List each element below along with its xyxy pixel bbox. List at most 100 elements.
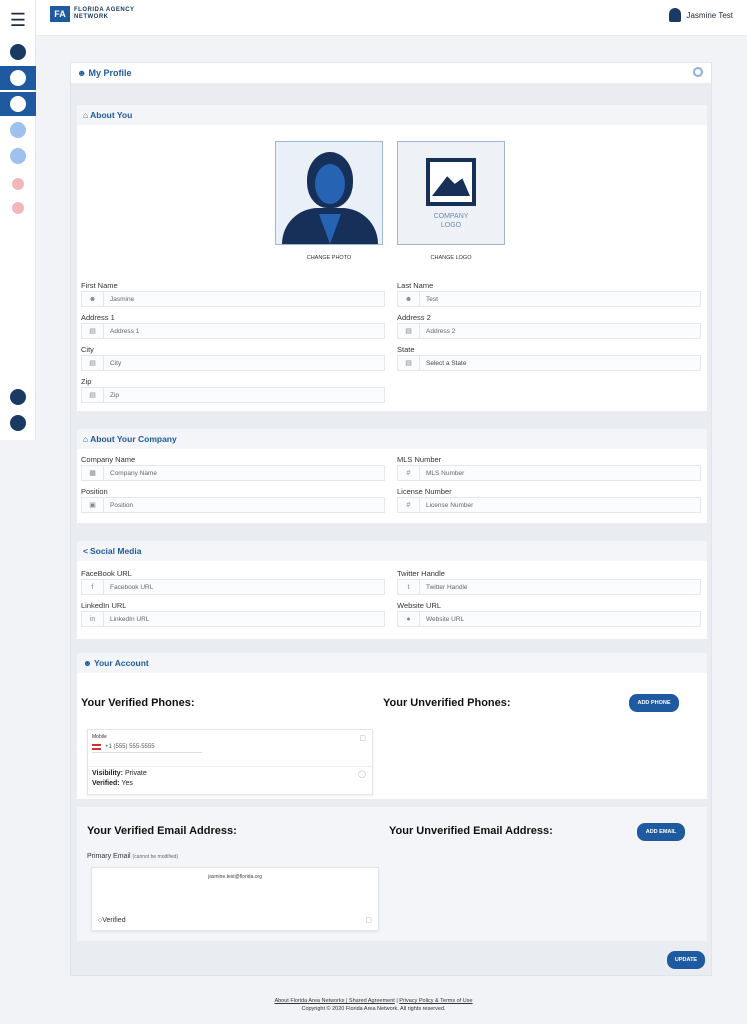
menu-icon[interactable]: ☰ (0, 8, 36, 32)
gear-icon[interactable] (693, 67, 703, 77)
mls-number-input[interactable]: # MLS Number (397, 465, 701, 481)
home-icon: ⌂ (83, 110, 89, 120)
facebook-label: FaceBook URL (81, 569, 132, 578)
privacy-link[interactable]: Privacy Policy & Terms of Use (399, 998, 472, 1004)
person-icon: ☻ (82, 292, 104, 306)
twitter-icon: t (398, 580, 420, 594)
company-name-label: Company Name (81, 455, 136, 464)
logout-icon[interactable] (0, 196, 36, 220)
profile-panel: ☻ My Profile ⌂ About You CHANGE PHOTO CO… (70, 62, 712, 976)
person-face (315, 164, 345, 204)
position-label: Position (81, 487, 108, 496)
section-title: About You (90, 110, 133, 120)
address-icon: ▤ (82, 324, 104, 338)
section-title: About Your Company (90, 434, 177, 444)
zip-label: Zip (81, 377, 92, 386)
email-card: jasmine.test@florida.org ○Verified ▢ (91, 867, 379, 931)
verified-row: Verified: Yes (92, 780, 133, 787)
phone-number-field[interactable]: +1 (555) 555-5555 (92, 742, 202, 753)
section-header: ⌂ About You (77, 105, 707, 125)
update-button[interactable]: UPDATE (667, 951, 705, 969)
copyright: Copyright © 2020 Florida Area Network. A… (301, 1006, 446, 1012)
profile-icon[interactable] (0, 66, 36, 90)
home-icon: ⌂ (83, 434, 89, 444)
last-name-input[interactable]: ☻ Test (397, 291, 701, 307)
globe-icon: ● (398, 612, 420, 626)
building-icon: ▦ (82, 466, 104, 480)
address-icon: ▤ (398, 324, 420, 338)
first-name-input[interactable]: ☻ Jasmine (81, 291, 385, 307)
panel-header: ☻ My Profile (71, 63, 711, 83)
facebook-input[interactable]: f Facebook URL (81, 579, 385, 595)
page-title: My Profile (88, 68, 132, 78)
website-label: Website URL (397, 601, 442, 610)
info-icon[interactable] (0, 385, 36, 409)
about-company-section: ⌂ About Your Company Company Name ▦ Compa… (77, 429, 707, 523)
website-input[interactable]: ● Website URL (397, 611, 701, 627)
linkedin-label: LinkedIn URL (81, 601, 127, 610)
change-photo-button[interactable]: CHANGE PHOTO (275, 255, 383, 261)
company-logo[interactable]: COMPANY LOGO (397, 141, 505, 245)
position-input[interactable]: ▣ Position (81, 497, 385, 513)
facebook-icon: f (82, 580, 104, 594)
section-header: ⌂ About Your Company (77, 429, 707, 449)
state-label: State (397, 345, 415, 354)
logo-placeholder-text: COMPANY LOGO (433, 213, 469, 229)
address1-input[interactable]: ▤ Address 1 (81, 323, 385, 339)
profile-photo[interactable] (275, 141, 383, 245)
email-verified-status: ○Verified (98, 917, 126, 924)
settings-icon[interactable] (0, 411, 36, 435)
address-icon: ▤ (82, 356, 104, 370)
briefcase-icon: ▣ (82, 498, 104, 512)
address2-input[interactable]: ▤ Address 2 (397, 323, 701, 339)
verified-phones-title: Your Verified Phones: (81, 697, 195, 709)
change-logo-button[interactable]: CHANGE LOGO (397, 255, 505, 261)
first-name-label: First Name (81, 281, 118, 290)
license-number-input[interactable]: # License Number (397, 497, 701, 513)
logo[interactable]: FA FLORIDA AGENCY NETWORK (50, 6, 135, 22)
city-input[interactable]: ▤ City (81, 355, 385, 371)
user-name: Jasmine Test (686, 10, 733, 20)
state-select[interactable]: ▤ Select a State (397, 355, 701, 371)
tools-icon[interactable] (0, 172, 36, 196)
visibility-toggle-icon[interactable]: ◯ (358, 770, 366, 778)
user-icon[interactable] (0, 92, 36, 116)
license-number-label: License Number (397, 487, 452, 496)
section-title: Your Account (93, 658, 149, 668)
phone-number: +1 (555) 555-5555 (105, 744, 155, 750)
twitter-input[interactable]: t Twitter Handle (397, 579, 701, 595)
email-section: Your Verified Email Address: Your Unveri… (77, 807, 707, 941)
dashboard-icon[interactable] (0, 40, 36, 64)
delete-icon[interactable]: ▢ (359, 734, 366, 742)
address-icon: ▤ (82, 388, 104, 402)
last-name-label: Last Name (397, 281, 434, 290)
flag-icon (92, 744, 101, 750)
company-name-input[interactable]: ▦ Company Name (81, 465, 385, 481)
about-link[interactable]: About Florida Area Networks | Shared Agr… (274, 998, 394, 1004)
sidebar: ☰ (0, 0, 36, 440)
share-icon: < (83, 546, 88, 556)
person-icon: ☻ (398, 292, 420, 306)
section-header: ☻ Your Account (77, 653, 707, 673)
delete-icon[interactable]: ▢ (365, 916, 372, 924)
add-email-button[interactable]: ADD EMAIL (637, 823, 685, 841)
section-header: < Social Media (77, 541, 707, 561)
logo-mark: FA (50, 6, 70, 22)
phone-type: Mobile (92, 734, 107, 740)
bell-icon[interactable] (0, 118, 36, 142)
section-title: Social Media (89, 546, 142, 556)
top-bar: FA FLORIDA AGENCY NETWORK Jasmine Test (36, 0, 747, 36)
linkedin-input[interactable]: in LinkedIn URL (81, 611, 385, 627)
globe-icon[interactable] (0, 144, 36, 168)
verified-email-title: Your Verified Email Address: (87, 825, 237, 837)
zip-input[interactable]: ▤ Zip (81, 387, 385, 403)
add-phone-button[interactable]: ADD PHONE (629, 694, 679, 712)
email-value: jasmine.test@florida.org (208, 874, 262, 880)
about-you-section: ⌂ About You CHANGE PHOTO COMPANY LOGO CH… (77, 105, 707, 411)
phone-card: Mobile +1 (555) 555-5555 ▢ Visibility: P… (87, 729, 373, 795)
avatar-icon (669, 8, 682, 22)
twitter-label: Twitter Handle (397, 569, 445, 578)
user-menu[interactable]: Jasmine Test (669, 8, 733, 22)
linkedin-icon: in (82, 612, 104, 626)
address2-label: Address 2 (397, 313, 431, 322)
